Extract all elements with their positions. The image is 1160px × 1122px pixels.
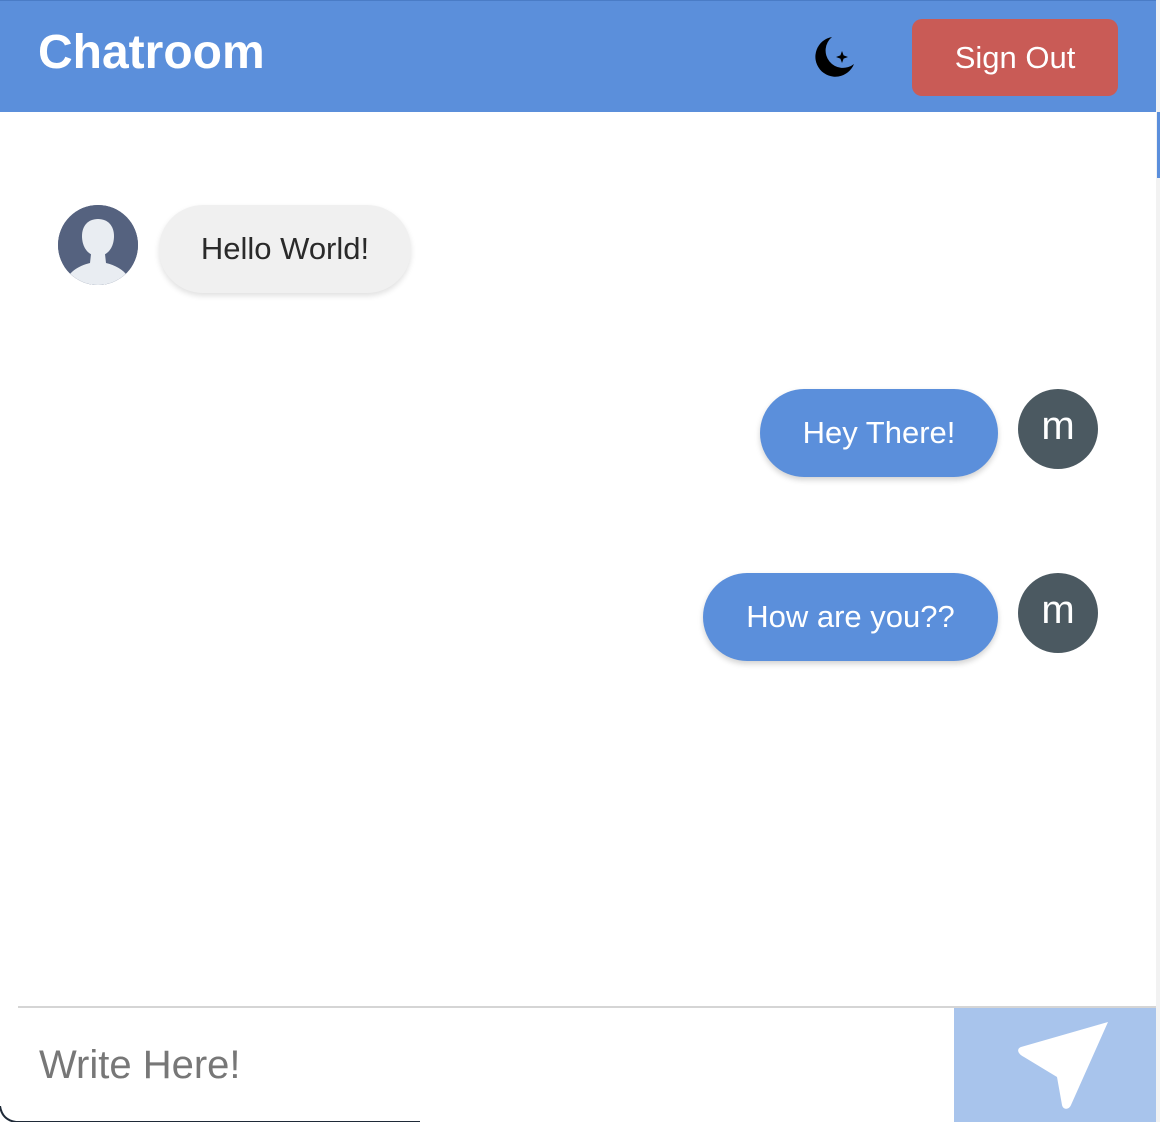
sign-out-button[interactable]: Sign Out — [912, 19, 1118, 96]
message-bubble-sent: Hey There! — [760, 389, 998, 477]
scrollbar-track[interactable] — [1156, 0, 1160, 1122]
message-input[interactable] — [18, 1008, 954, 1122]
user-avatar: m — [1018, 573, 1098, 653]
moon-star-icon[interactable] — [806, 31, 858, 83]
chat-app: Chatroom Sign Out Hello World! Hey There… — [0, 0, 1158, 1122]
app-title: Chatroom — [38, 26, 265, 79]
window-corner — [0, 1106, 420, 1122]
send-icon — [1018, 1022, 1108, 1109]
user-avatar: m — [1018, 389, 1098, 469]
send-button[interactable] — [954, 1008, 1156, 1122]
header-bar: Chatroom Sign Out — [0, 0, 1156, 112]
message-bubble-sent: How are you?? — [703, 573, 998, 661]
message-bubble-received: Hello World! — [159, 205, 411, 293]
message-composer — [18, 1006, 1156, 1122]
default-user-avatar — [58, 205, 138, 285]
message-list: Hello World! Hey There! m How are you?? … — [0, 112, 1156, 1006]
